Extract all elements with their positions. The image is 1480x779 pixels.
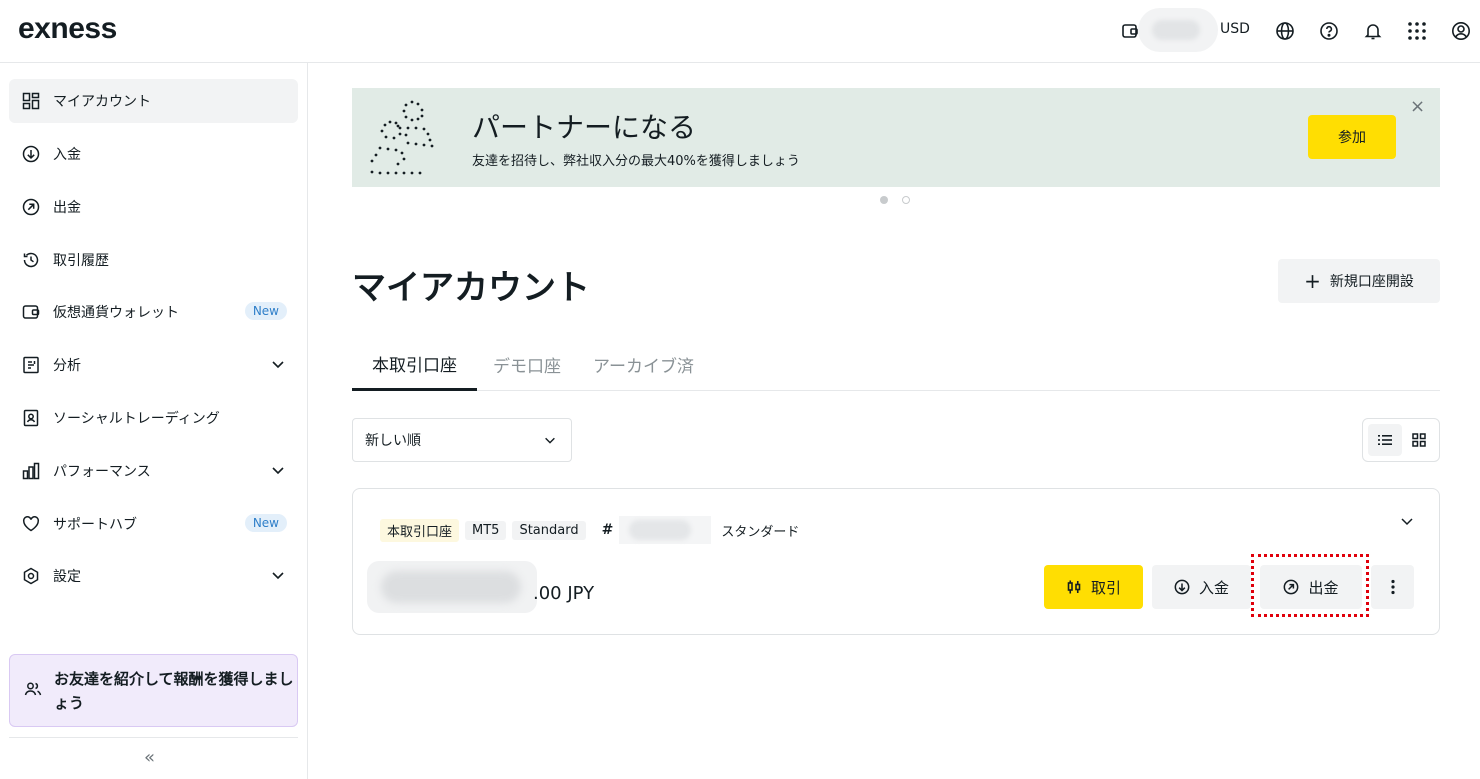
open-new-account-button[interactable]: + 新規口座開設 xyxy=(1278,259,1440,303)
sidebar-item-crypto-wallet[interactable]: 仮想通貨ウォレット New xyxy=(9,290,298,334)
apps-grid-icon[interactable] xyxy=(1407,21,1427,41)
sidebar-divider xyxy=(9,737,298,738)
wallet-icon[interactable] xyxy=(1120,21,1140,41)
tab-demo[interactable]: デモ口座 xyxy=(493,338,561,390)
more-options-icon[interactable] xyxy=(1371,565,1414,609)
view-toggle xyxy=(1362,418,1440,462)
sidebar-item-label: サポートハブ xyxy=(53,517,137,533)
help-icon[interactable] xyxy=(1319,21,1339,41)
balance-suffix: .00 JPY xyxy=(533,583,595,604)
carousel-dots xyxy=(880,196,910,204)
partner-illustration-icon xyxy=(368,98,434,178)
sidebar-item-analytics[interactable]: 分析 xyxy=(9,343,298,387)
account-type-label: スタンダード xyxy=(721,524,800,540)
candlestick-icon xyxy=(1066,579,1082,595)
sidebar-item-settings[interactable]: 設定 xyxy=(9,554,298,598)
close-icon[interactable]: × xyxy=(1410,96,1425,117)
social-trading-icon xyxy=(22,409,40,427)
sidebar-item-label: 仮想通貨ウォレット xyxy=(53,305,179,321)
balance-hidden[interactable] xyxy=(1138,8,1218,52)
sidebar-item-label: 取引履歴 xyxy=(53,253,109,269)
open-new-account-label: 新規口座開設 xyxy=(1329,274,1414,290)
sidebar-item-withdraw[interactable]: 出金 xyxy=(9,185,298,229)
deposit-button[interactable]: 入金 xyxy=(1152,565,1251,609)
referral-promo-text: お友達を紹介して報酬を獲得しましょう xyxy=(54,669,294,712)
referral-promo[interactable]: お友達を紹介して報酬を獲得しましょう xyxy=(9,654,298,727)
globe-icon[interactable] xyxy=(1275,21,1295,41)
analytics-icon xyxy=(22,356,40,374)
account-tag-real: 本取引口座 xyxy=(380,518,460,542)
wallet-icon xyxy=(22,303,40,321)
list-view-icon[interactable] xyxy=(1368,424,1402,456)
account-tags: 本取引口座 MT5 Standard # スタンダード xyxy=(380,516,799,544)
bar-chart-icon xyxy=(22,462,40,480)
settings-hexagon-icon xyxy=(22,567,40,585)
new-badge: New xyxy=(244,302,287,320)
sidebar-item-label: ソーシャルトレーディング xyxy=(53,411,220,427)
account-number-hidden xyxy=(619,516,712,544)
balance-amount-hidden xyxy=(367,561,537,613)
partner-banner: パートナーになる 友達を招待し、弊社収入分の最大40%を獲得しましょう 参加 × xyxy=(352,88,1440,187)
sidebar-item-support-hub[interactable]: サポートハブ New xyxy=(9,502,298,546)
collapse-sidebar-button[interactable]: « xyxy=(144,747,155,768)
banner-subtitle: 友達を招待し、弊社収入分の最大40%を獲得しましょう xyxy=(472,154,800,169)
history-icon xyxy=(22,251,40,269)
sidebar: マイアカウント 入金 出金 取引履歴 仮想通貨ウォレット New 分析 ソーシャ… xyxy=(0,63,308,779)
top-bar: exness USD xyxy=(0,0,1480,63)
sort-select[interactable]: 新しい順 xyxy=(352,418,572,462)
carousel-dot[interactable] xyxy=(902,196,910,204)
new-badge: New xyxy=(244,514,287,532)
plus-icon: + xyxy=(1304,269,1321,293)
sidebar-item-history[interactable]: 取引履歴 xyxy=(9,238,298,282)
heart-icon xyxy=(22,515,40,533)
banner-title: パートナーになる xyxy=(472,111,697,144)
sidebar-item-social-trading[interactable]: ソーシャルトレーディング xyxy=(9,396,298,440)
sidebar-item-label: 設定 xyxy=(53,569,81,585)
account-tag-platform: MT5 xyxy=(465,520,507,540)
trade-button[interactable]: 取引 xyxy=(1044,565,1143,609)
chevron-down-icon[interactable] xyxy=(1399,513,1415,533)
sort-value: 新しい順 xyxy=(365,433,421,449)
account-tabs: 本取引口座 デモ口座 アーカイブ済 xyxy=(352,338,1440,391)
join-button[interactable]: 参加 xyxy=(1308,115,1396,159)
carousel-dot-active[interactable] xyxy=(880,196,888,204)
chevron-down-icon xyxy=(543,433,557,451)
sidebar-item-performance[interactable]: パフォーマンス xyxy=(9,449,298,493)
dashboard-icon xyxy=(22,92,40,110)
withdraw-highlight-box xyxy=(1251,554,1369,617)
grid-view-icon[interactable] xyxy=(1402,424,1436,456)
trade-label: 取引 xyxy=(1090,578,1121,597)
arrow-down-circle-icon xyxy=(22,145,40,163)
users-icon xyxy=(24,680,44,702)
page-title: マイアカウント xyxy=(352,268,590,308)
currency-label[interactable]: USD xyxy=(1220,21,1250,37)
chevron-down-icon xyxy=(270,567,286,587)
account-tag-type: Standard xyxy=(512,520,586,540)
bell-icon[interactable] xyxy=(1363,21,1383,41)
sidebar-item-deposit[interactable]: 入金 xyxy=(9,132,298,176)
arrow-down-circle-icon xyxy=(1174,579,1190,595)
sidebar-item-my-account[interactable]: マイアカウント xyxy=(9,79,298,123)
sidebar-item-label: マイアカウント xyxy=(53,94,151,110)
deposit-label: 入金 xyxy=(1198,578,1229,597)
tab-real[interactable]: 本取引口座 xyxy=(352,338,477,391)
sidebar-item-label: 入金 xyxy=(53,147,81,163)
account-number-hash: # xyxy=(601,522,614,538)
sidebar-item-label: 出金 xyxy=(53,200,81,216)
user-profile-icon[interactable] xyxy=(1451,21,1471,41)
sidebar-item-label: パフォーマンス xyxy=(53,464,151,480)
arrow-up-right-circle-icon xyxy=(22,198,40,216)
exness-logo[interactable]: exness xyxy=(18,12,117,46)
tab-archived[interactable]: アーカイブ済 xyxy=(593,338,694,390)
chevron-down-icon xyxy=(270,356,286,376)
chevron-down-icon xyxy=(270,462,286,482)
sidebar-item-label: 分析 xyxy=(53,358,81,374)
